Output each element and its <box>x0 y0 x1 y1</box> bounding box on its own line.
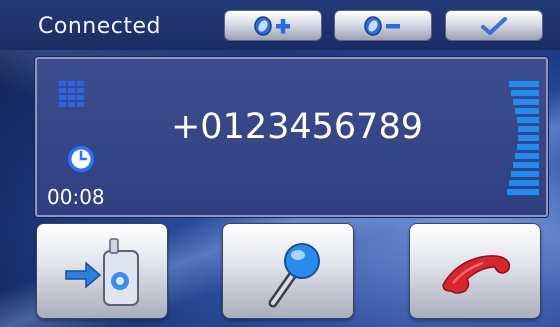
phone-call-screen: Connected +0123456789 00:08 <box>0 0 560 327</box>
keypad-icon[interactable] <box>59 81 85 109</box>
hang-up-icon <box>442 255 511 294</box>
volume-minus-icon <box>364 15 400 36</box>
volume-down-button[interactable] <box>334 10 432 41</box>
clock-icon <box>68 146 94 172</box>
signal-level-icon <box>507 81 539 195</box>
microphone-icon <box>268 243 320 308</box>
phone-number: +0123456789 <box>170 107 423 147</box>
checkmark-icon <box>481 16 507 35</box>
hang-up-button[interactable] <box>409 223 541 319</box>
call-duration: 00:08 <box>47 185 105 209</box>
confirm-button[interactable] <box>445 10 543 41</box>
phone-transfer-icon <box>65 238 139 306</box>
call-info-panel: +0123456789 00:08 <box>35 57 548 217</box>
microphone-button[interactable] <box>222 223 354 319</box>
transfer-to-phone-button[interactable] <box>36 223 168 319</box>
connection-status: Connected <box>38 14 161 39</box>
volume-up-button[interactable] <box>224 10 322 41</box>
top-bar: Connected <box>0 0 560 50</box>
volume-plus-icon <box>254 15 290 36</box>
